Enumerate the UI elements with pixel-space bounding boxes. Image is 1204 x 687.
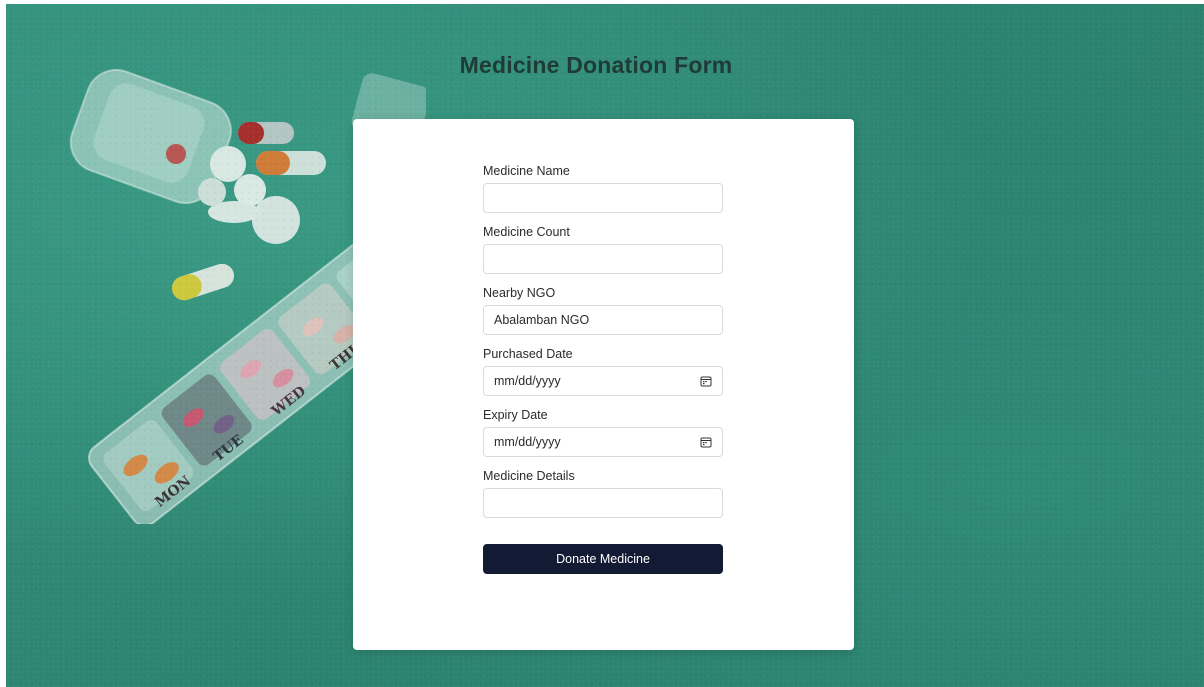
medicine-count-input[interactable] [483,244,723,274]
medicine-count-label: Medicine Count [483,225,570,239]
purchased-date-field: Purchased Date mm/dd/yyyy [483,348,723,396]
expiry-date-label: Expiry Date [483,408,548,422]
nearby-ngo-input[interactable]: Abalamban NGO [483,305,723,335]
medicine-details-label: Medicine Details [483,469,575,483]
purchased-date-input[interactable]: mm/dd/yyyy [483,366,723,396]
donation-form-card: Medicine Name Medicine Count Nearby NGO … [353,119,854,650]
calendar-icon[interactable] [700,436,712,448]
medicine-name-label: Medicine Name [483,164,570,178]
purchased-date-value: mm/dd/yyyy [494,374,561,388]
nearby-ngo-value: Abalamban NGO [494,313,590,327]
medicine-name-input[interactable] [483,183,723,213]
donate-medicine-button[interactable]: Donate Medicine [483,544,723,574]
medicine-details-field: Medicine Details [483,470,723,518]
expiry-date-input[interactable]: mm/dd/yyyy [483,427,723,457]
nearby-ngo-field: Nearby NGO Abalamban NGO [483,287,723,335]
expiry-date-value: mm/dd/yyyy [494,435,561,449]
nearby-ngo-label: Nearby NGO [483,286,556,300]
expiry-date-field: Expiry Date mm/dd/yyyy [483,409,723,457]
purchased-date-label: Purchased Date [483,347,573,361]
medicine-details-input[interactable] [483,488,723,518]
calendar-icon[interactable] [700,375,712,387]
medicine-name-field: Medicine Name [483,165,723,213]
page-title: Medicine Donation Form [459,52,733,78]
medicine-count-field: Medicine Count [483,226,723,274]
